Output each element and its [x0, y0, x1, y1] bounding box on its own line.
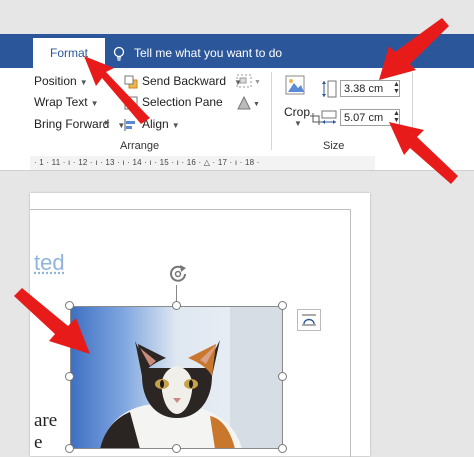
annotation-arrow: [379, 18, 449, 80]
annotation-arrow: [389, 122, 458, 184]
annotation-arrows: [14, 18, 458, 354]
annotation-arrow: [14, 288, 90, 354]
annotation-arrow: [84, 56, 150, 124]
